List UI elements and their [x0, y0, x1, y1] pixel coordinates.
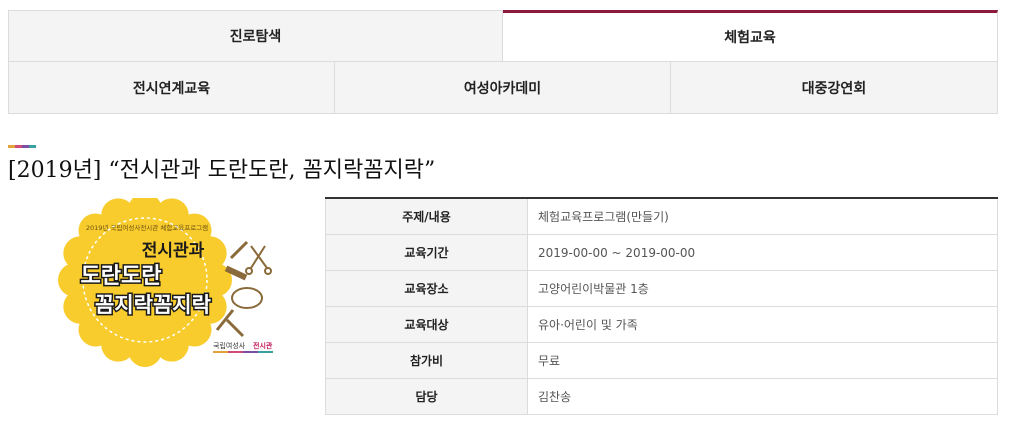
tab-public-lecture[interactable]: 대중강연회 — [671, 62, 998, 114]
brush-icon — [225, 318, 245, 338]
info-value-contact: 김찬송 — [527, 378, 998, 415]
title-accent-bar — [8, 145, 36, 148]
info-row-contact: 담당 김찬송 — [325, 378, 998, 415]
tab-women-academy[interactable]: 여성아카데미 — [335, 62, 671, 114]
info-value-target: 유아·어린이 및 가족 — [527, 306, 998, 343]
info-label-contact: 담당 — [325, 378, 528, 415]
logo-stripe — [213, 351, 273, 353]
info-value-fee: 무료 — [527, 342, 998, 379]
poster-line3: 꼼지락꼼지락 — [95, 293, 211, 317]
info-label-location: 교육장소 — [325, 270, 528, 307]
info-value-topic: 체험교육프로그램(만들기) — [527, 198, 998, 235]
pencil-icon — [229, 240, 249, 260]
info-label-topic: 주제/내용 — [325, 198, 528, 235]
scissors-icon — [245, 245, 272, 275]
tab-row-primary: 진로탐색 체험교육 — [8, 10, 998, 62]
program-title: [2019년] “전시관과 도란도란, 꼼지락꼼지락” — [8, 158, 436, 183]
logo-text-accent: 전시관 — [253, 341, 273, 350]
palette-icon — [231, 287, 263, 309]
program-poster-image: 2019년 국립여성사전시관 체험교육프로그램 전시관과 도란도란 꼼지락꼼지락… — [55, 193, 280, 368]
info-value-location: 고양어린이박물관 1층 — [527, 270, 998, 307]
info-label-period: 교육기간 — [325, 234, 528, 271]
info-label-fee: 참가비 — [325, 342, 528, 379]
info-value-period: 2019-00-00 ~ 2019-00-00 — [527, 234, 998, 271]
info-row-target: 교육대상 유아·어린이 및 가족 — [325, 306, 998, 343]
poster-line1: 전시관과 — [142, 241, 205, 261]
info-row-topic: 주제/내용 체험교육프로그램(만들기) — [325, 198, 998, 235]
tab-row-secondary: 전시연계교육 여성아카데미 대중강연회 — [8, 62, 998, 114]
poster-top-text: 2019년 국립여성사전시관 체험교육프로그램 — [86, 223, 208, 232]
info-row-fee: 참가비 무료 — [325, 342, 998, 379]
info-label-target: 교육대상 — [325, 306, 528, 343]
tab-career-exploration[interactable]: 진로탐색 — [8, 10, 503, 62]
poster-line2: 도란도란 — [81, 264, 162, 289]
info-row-period: 교육기간 2019-00-00 ~ 2019-00-00 — [325, 234, 998, 271]
info-row-location: 교육장소 고양어린이박물관 1층 — [325, 270, 998, 307]
tab-experience-education[interactable]: 체험교육 — [503, 10, 998, 62]
program-info-table: 주제/내용 체험교육프로그램(만들기) 교육기간 2019-00-00 ~ 20… — [325, 197, 998, 415]
tab-exhibition-education[interactable]: 전시연계교육 — [8, 62, 335, 114]
logo-text-small: 국립여성사 — [213, 341, 246, 350]
